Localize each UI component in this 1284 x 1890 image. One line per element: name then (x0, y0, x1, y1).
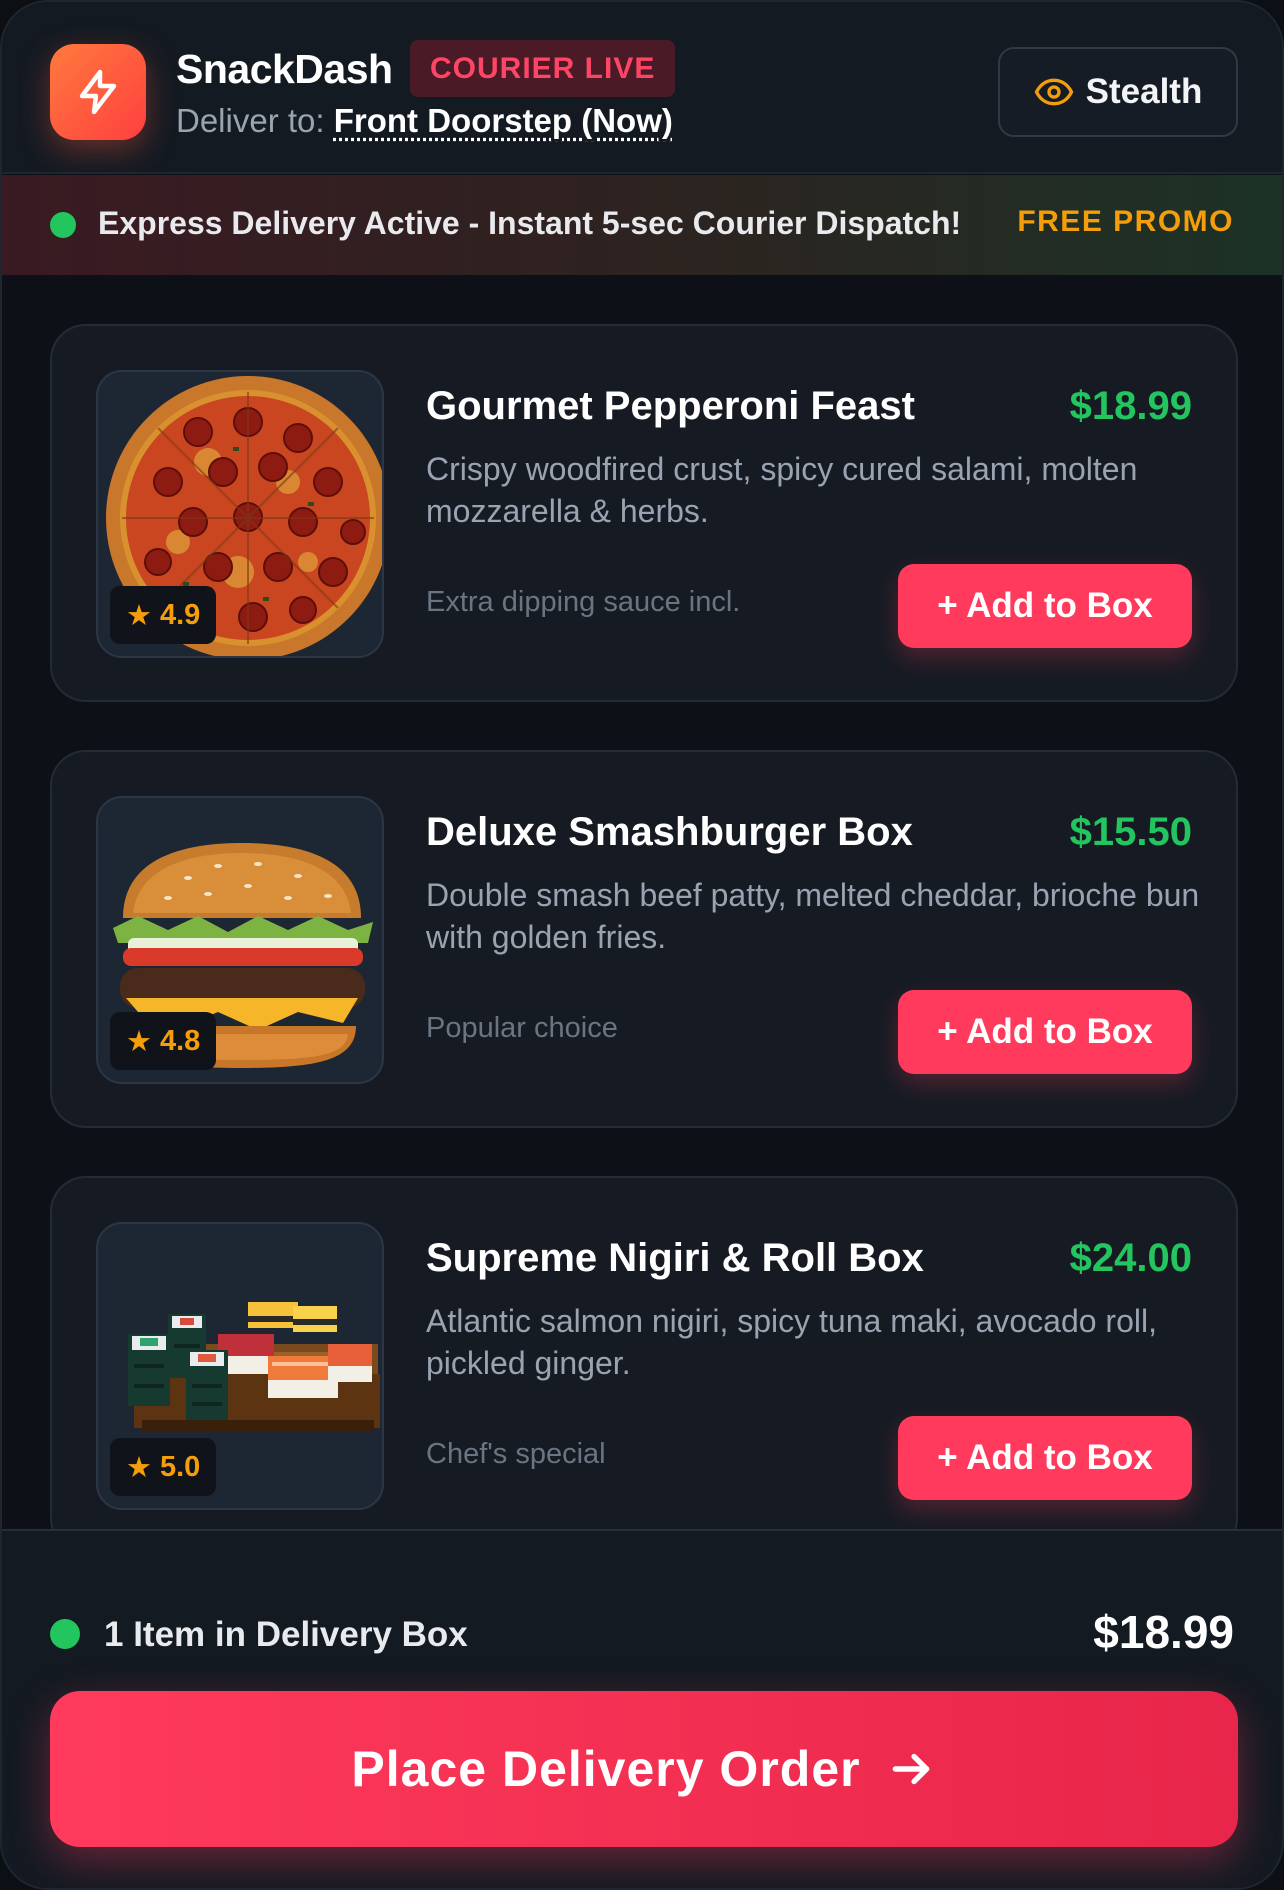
star-icon: ★ (126, 599, 152, 632)
star-icon: ★ (126, 1025, 152, 1058)
item-price: $18.99 (1069, 384, 1192, 428)
item-description: Crispy woodfired crust, spicy cured sala… (426, 451, 1138, 529)
promo-tag: FREE PROMO (1017, 205, 1234, 238)
item-note: Popular choice (426, 1012, 618, 1044)
cart-item-count: 1 Item in Delivery Box (104, 1615, 468, 1654)
rating-badge: ★ 4.9 (110, 586, 217, 644)
item-note: Chef's special (426, 1438, 606, 1470)
lightning-bolt-icon (79, 69, 117, 115)
app-header: SnackDash COURIER LIVE Deliver to: Front… (2, 2, 1282, 174)
item-note: Extra dipping sauce incl. (426, 586, 741, 618)
menu-item-card: ★ 4.9 Gourmet Pepperoni Feast $18.99 Cri… (50, 324, 1238, 702)
star-icon: ★ (126, 1451, 152, 1484)
brand-name: SnackDash (176, 46, 393, 92)
item-title: Supreme Nigiri & Roll Box (426, 1236, 924, 1280)
delivery-location: Deliver to: Front Doorstep (Now) (176, 102, 673, 140)
item-title: Gourmet Pepperoni Feast (426, 384, 915, 428)
item-title: Deluxe Smashburger Box (426, 810, 913, 854)
promo-banner: Express Delivery Active - Instant 5-sec … (2, 175, 1282, 275)
promo-text: Express Delivery Active - Instant 5-sec … (98, 205, 962, 241)
app-screen: SnackDash COURIER LIVE Deliver to: Front… (0, 0, 1284, 1890)
menu-item-card: ★ 5.0 Supreme Nigiri & Roll Box $24.00 A… (50, 1176, 1238, 1554)
rating-value: 4.9 (160, 598, 201, 631)
rating-badge: ★ 4.8 (110, 1012, 217, 1070)
cart-total: $18.99 (1093, 1606, 1234, 1658)
add-to-box-button[interactable]: + Add to Box (898, 990, 1192, 1074)
cart-status-dot (50, 1619, 80, 1649)
place-order-button[interactable]: Place Delivery Order (50, 1691, 1238, 1847)
rating-badge: ★ 5.0 (110, 1438, 217, 1496)
item-image-sushi: ★ 5.0 (96, 1222, 384, 1510)
item-price: $15.50 (1069, 810, 1192, 854)
cart-bar: 1 Item in Delivery Box $18.99 Place Deli… (2, 1529, 1282, 1888)
menu-item-card: ★ 4.8 Deluxe Smashburger Box $15.50 Doub… (50, 750, 1238, 1128)
app-logo (50, 44, 146, 140)
item-image-burger: ★ 4.8 (96, 796, 384, 1084)
courier-live-badge: COURIER LIVE (410, 40, 676, 97)
stealth-label: Stealth (1085, 72, 1203, 111)
stealth-button[interactable]: Stealth (998, 47, 1238, 137)
rating-value: 5.0 (160, 1450, 201, 1483)
item-price: $24.00 (1069, 1236, 1192, 1280)
add-to-box-button[interactable]: + Add to Box (898, 564, 1192, 648)
place-order-label: Place Delivery Order (351, 1741, 861, 1797)
delivery-address-link[interactable]: Front Doorstep (Now) (334, 102, 673, 139)
arrow-right-icon (892, 1753, 929, 1785)
item-image-pizza: ★ 4.9 (96, 370, 384, 658)
add-to-box-button[interactable]: + Add to Box (898, 1416, 1192, 1500)
status-dot (50, 212, 76, 238)
deliver-label: Deliver to: (176, 102, 325, 139)
item-description: Atlantic salmon nigiri, spicy tuna maki,… (426, 1303, 1157, 1381)
item-description: Double smash beef patty, melted cheddar,… (426, 877, 1200, 955)
eye-icon (1034, 78, 1074, 106)
rating-value: 4.8 (160, 1024, 201, 1057)
